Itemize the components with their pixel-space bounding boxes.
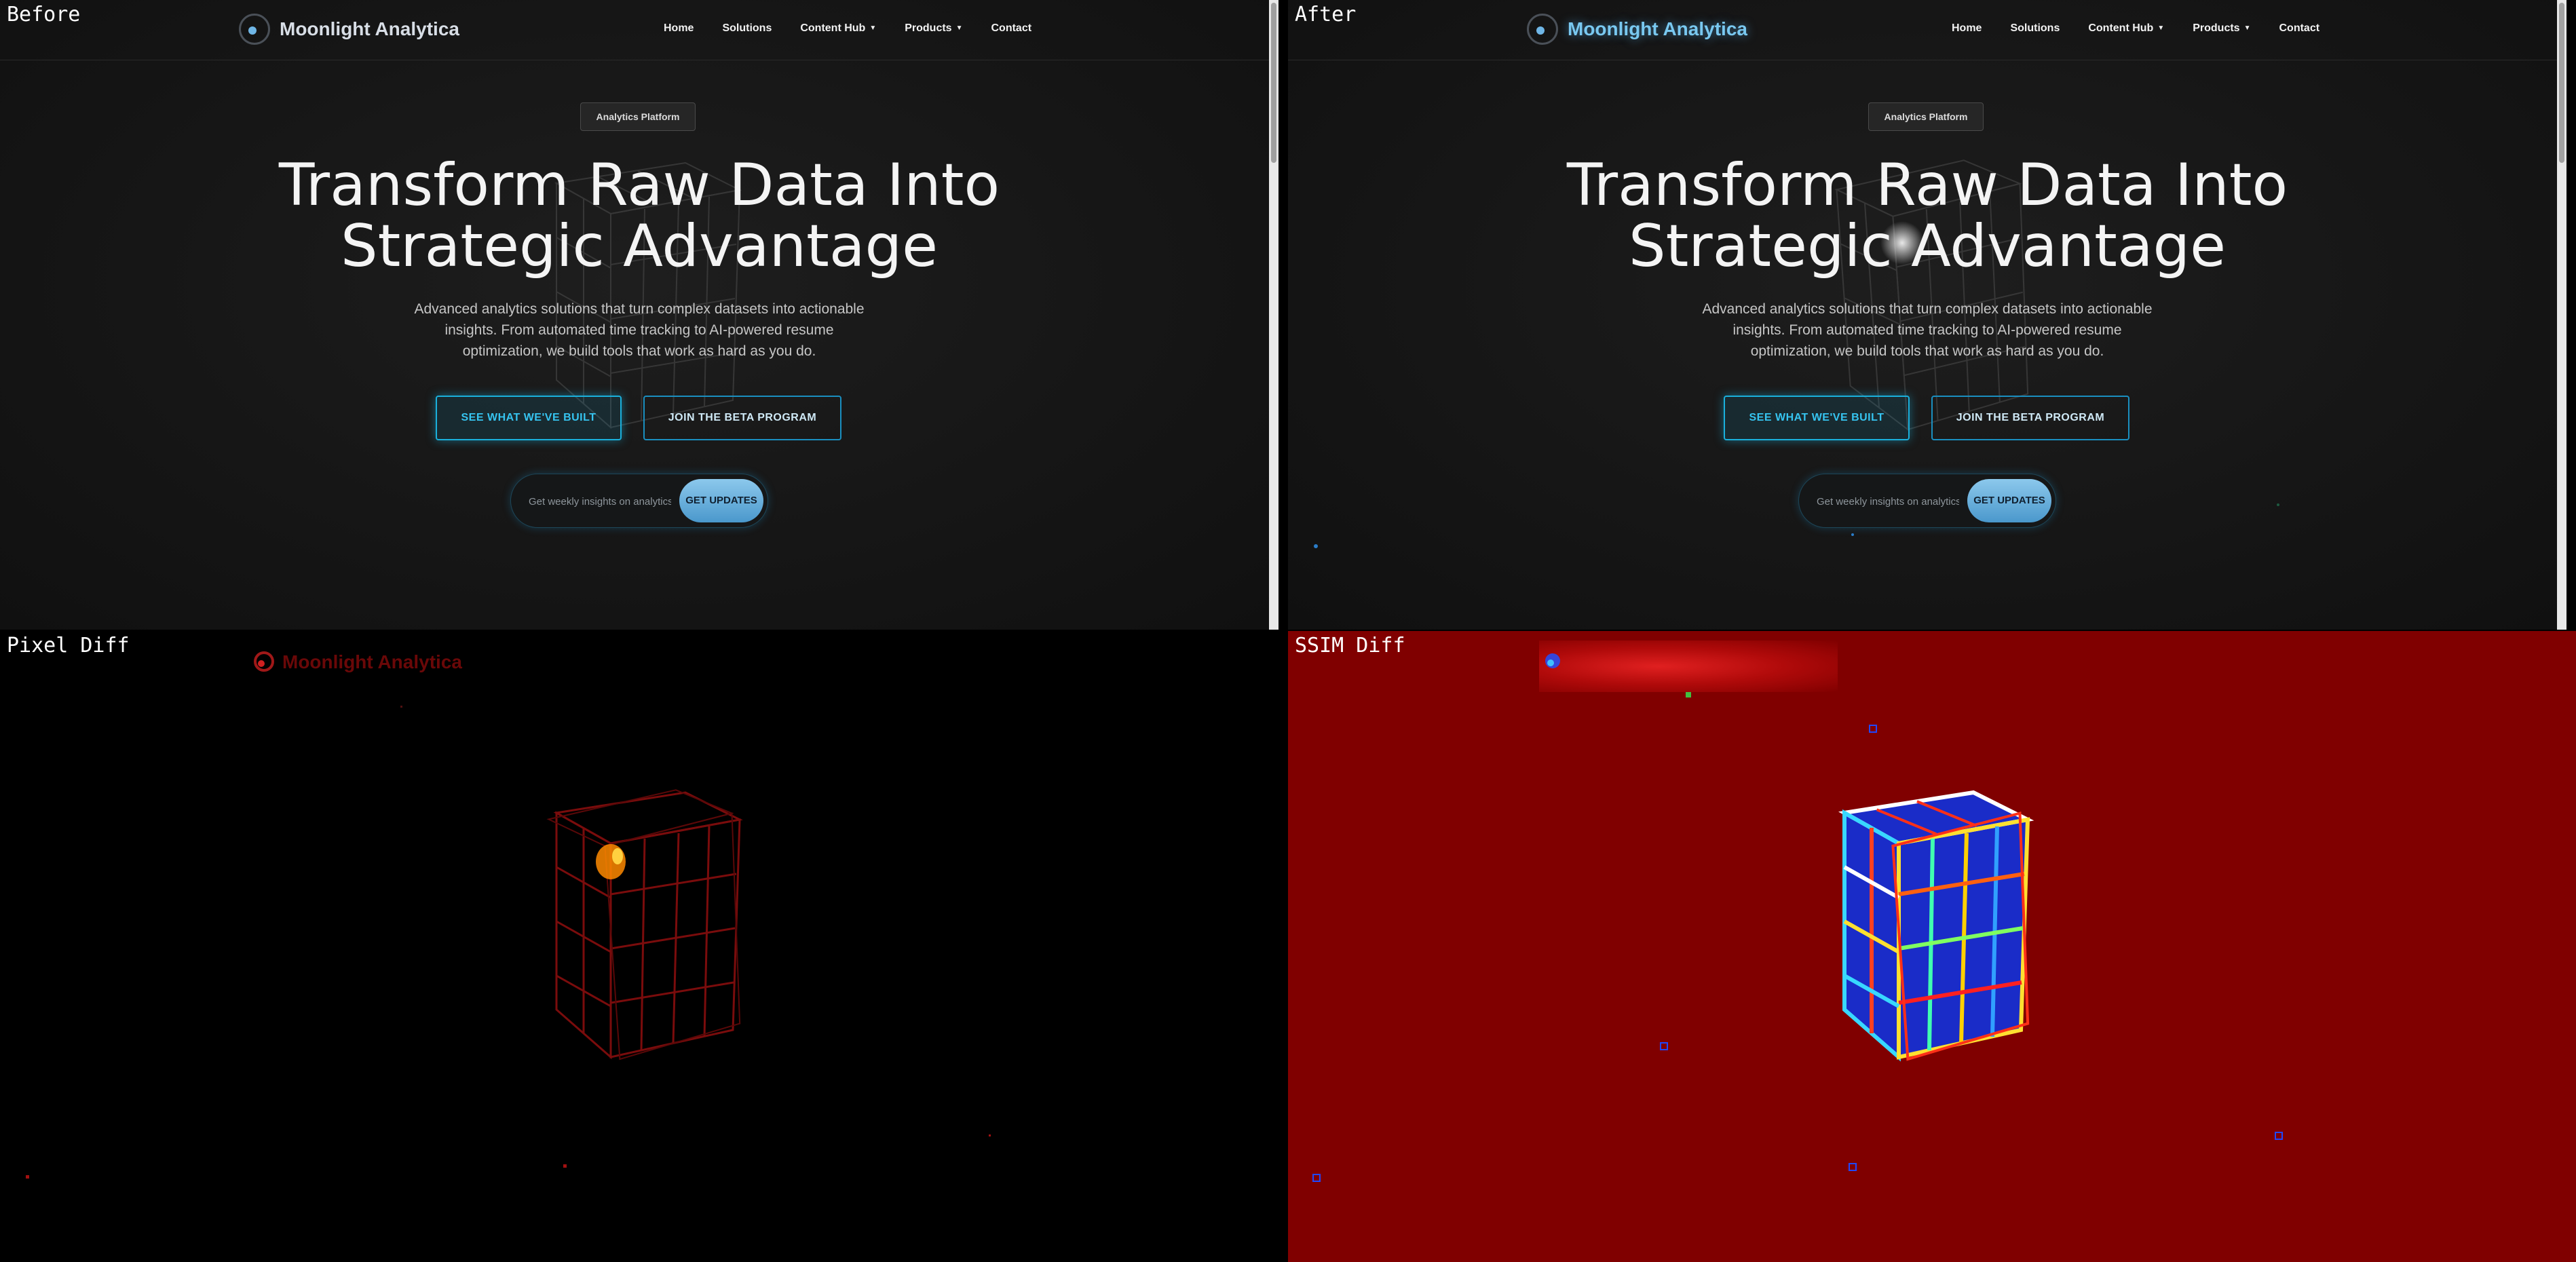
moon-logo-icon (239, 14, 270, 45)
scrollbar[interactable] (1269, 0, 1278, 630)
nav-contact[interactable]: Contact (991, 22, 1031, 35)
site-after: Moonlight Analytica Home Solutions Conte… (1288, 0, 2566, 630)
caret-down-icon: ▼ (955, 24, 963, 32)
pixel-diff-label: Pixel Diff (7, 634, 130, 657)
brand[interactable]: Moonlight Analytica (1527, 14, 1747, 45)
newsletter-email-input[interactable] (527, 491, 673, 512)
before-panel: Moonlight Analytica Home Solutions Conte… (0, 0, 1278, 630)
diff-speck (26, 1175, 29, 1179)
caret-down-icon: ▼ (869, 24, 877, 32)
top-navbar: Moonlight Analytica Home Solutions Conte… (1288, 0, 2566, 60)
ssim-speck (1312, 1174, 1321, 1182)
nav-content-hub[interactable]: Content Hub ▼ (2088, 22, 2164, 35)
newsletter-email-input[interactable] (1815, 491, 1961, 512)
site-before: Moonlight Analytica Home Solutions Conte… (0, 0, 1278, 630)
caret-down-icon: ▼ (2243, 24, 2251, 32)
scrollbar-thumb[interactable] (1271, 3, 1276, 163)
ssim-speck (1849, 1163, 1857, 1171)
diff-speck (989, 1134, 991, 1136)
platform-badge: Analytics Platform (1868, 102, 1984, 131)
nav-content-hub[interactable]: Content Hub ▼ (800, 22, 876, 35)
nav-solutions[interactable]: Solutions (2010, 22, 2060, 35)
see-what-we-built-button[interactable]: SEE WHAT WE'VE BUILT (1724, 396, 1910, 440)
nav-links: Home Solutions Content Hub ▼ Products ▼ Co… (1952, 22, 2348, 35)
particle (1314, 544, 1318, 548)
moon-logo-icon (1527, 14, 1558, 45)
nav-contact[interactable]: Contact (2279, 22, 2319, 35)
nav-home[interactable]: Home (1952, 22, 1982, 35)
brand-ssim-region (1539, 640, 1838, 692)
diff-speck (563, 1164, 567, 1168)
particle (1851, 533, 1854, 536)
scrollbar[interactable] (2557, 0, 2566, 630)
nav-products[interactable]: Products ▼ (905, 22, 962, 35)
brand[interactable]: Moonlight Analytica (239, 14, 459, 45)
caret-down-icon: ▼ (2157, 24, 2165, 32)
particle (2277, 503, 2279, 506)
newsletter-form: GET UPDATES (1798, 474, 2056, 528)
scrollbar-thumb[interactable] (2559, 3, 2564, 163)
newsletter-form: GET UPDATES (510, 474, 768, 528)
ssim-speck (2275, 1132, 2283, 1140)
cube-diff-graphic (546, 789, 743, 1060)
diff-speck (400, 706, 402, 708)
brand-name: Moonlight Analytica (280, 18, 459, 39)
before-label: Before (7, 3, 81, 26)
hero-subtitle: Advanced analytics solutions that turn c… (414, 301, 865, 359)
ssim-speck (1869, 725, 1877, 733)
join-beta-button[interactable]: JOIN THE BETA PROGRAM (1931, 396, 2129, 440)
hero-title: Transform Raw Data Into Strategic Advant… (1566, 151, 2288, 280)
brand-diff-text: Moonlight Analytica (282, 651, 462, 672)
after-label: After (1295, 3, 1357, 26)
logo-diff-mark (254, 651, 274, 672)
get-updates-button[interactable]: GET UPDATES (1967, 479, 2051, 522)
logo-ssim-mark (1545, 653, 1560, 668)
nav-solutions[interactable]: Solutions (722, 22, 772, 35)
after-panel: Moonlight Analytica Home Solutions Conte… (1288, 0, 2566, 630)
platform-badge: Analytics Platform (580, 102, 696, 131)
see-what-we-built-button[interactable]: SEE WHAT WE'VE BUILT (436, 396, 622, 440)
hero-subtitle: Advanced analytics solutions that turn c… (1702, 301, 2153, 359)
hero-title: Transform Raw Data Into Strategic Advant… (278, 151, 1000, 280)
nav-links: Home Solutions Content Hub ▼ Products ▼ Co… (664, 22, 1060, 35)
cube-ssim-graphic (1838, 790, 2034, 1062)
brand-name: Moonlight Analytica (1568, 18, 1747, 39)
ssim-speck (1660, 1042, 1668, 1050)
ssim-diff-panel: SSIM Diff (1288, 631, 2576, 1262)
get-updates-button[interactable]: GET UPDATES (679, 479, 763, 522)
ssim-speck (1686, 692, 1691, 697)
top-navbar: Moonlight Analytica Home Solutions Conte… (0, 0, 1278, 60)
ssim-diff-label: SSIM Diff (1295, 634, 1405, 657)
join-beta-button[interactable]: JOIN THE BETA PROGRAM (643, 396, 841, 440)
pixel-diff-panel: Moonlight Analytica Pixel Diff (0, 631, 1288, 1262)
nav-products[interactable]: Products ▼ (2193, 22, 2250, 35)
nav-home[interactable]: Home (664, 22, 694, 35)
